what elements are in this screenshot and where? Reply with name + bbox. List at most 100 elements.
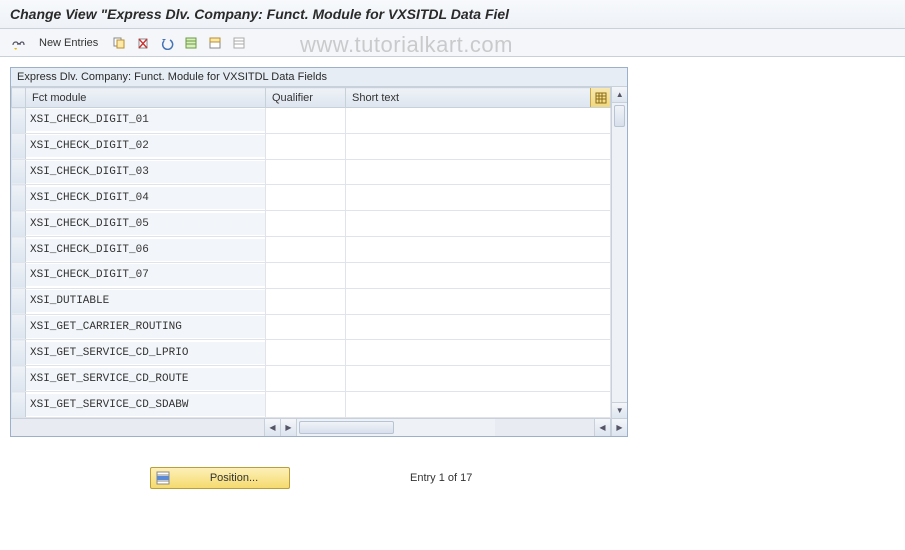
short-text-cell[interactable] xyxy=(346,161,610,183)
table-row xyxy=(12,366,611,392)
fct-module-cell[interactable] xyxy=(26,264,265,286)
row-handle[interactable] xyxy=(12,340,26,366)
scroll-left2-button[interactable]: ▶ xyxy=(281,419,297,436)
row-handle[interactable] xyxy=(12,288,26,314)
short-text-cell[interactable] xyxy=(346,213,610,235)
position-label: Position... xyxy=(189,472,279,484)
qualifier-cell[interactable] xyxy=(266,213,345,235)
short-text-cell[interactable] xyxy=(346,135,610,157)
qualifier-cell[interactable] xyxy=(266,187,345,209)
deselect-all-button[interactable] xyxy=(229,33,249,53)
qualifier-cell[interactable] xyxy=(266,368,345,390)
qualifier-cell[interactable] xyxy=(266,264,345,286)
hscroll-thumb[interactable] xyxy=(299,421,394,434)
col-fct-module[interactable]: Fct module xyxy=(26,88,266,108)
scroll-down-button[interactable]: ▼ xyxy=(612,402,627,418)
toggle-button[interactable] xyxy=(8,33,28,53)
hscroll-gap xyxy=(495,419,595,436)
short-text-cell[interactable] xyxy=(346,187,610,209)
fct-module-cell[interactable] xyxy=(26,109,265,131)
fct-module-cell[interactable] xyxy=(26,213,265,235)
col-short-text: Short text xyxy=(346,88,611,108)
chevron-left-icon: ◀ xyxy=(599,424,605,432)
scroll-thumb[interactable] xyxy=(614,105,625,127)
chevron-right-icon: ▶ xyxy=(285,424,291,432)
scroll-up-button[interactable]: ▲ xyxy=(612,87,627,103)
scroll-right2-button[interactable]: ▶ xyxy=(611,419,627,436)
scroll-track[interactable] xyxy=(612,103,627,402)
short-text-cell[interactable] xyxy=(346,316,610,338)
select-block-icon xyxy=(208,36,222,50)
table-settings-icon xyxy=(595,92,607,104)
new-entries-label: New Entries xyxy=(39,37,98,49)
table-row xyxy=(12,392,611,418)
copy-button[interactable] xyxy=(109,33,129,53)
qualifier-cell[interactable] xyxy=(266,109,345,131)
undo-icon xyxy=(160,36,174,50)
delete-button[interactable] xyxy=(133,33,153,53)
footer: Position... Entry 1 of 17 xyxy=(150,467,905,489)
vertical-scrollbar[interactable]: ▲ ▼ xyxy=(611,87,627,418)
horizontal-scrollbar[interactable]: ◀ ▶ ◀ ▶ xyxy=(11,418,627,436)
fct-module-cell[interactable] xyxy=(26,342,265,364)
chevron-up-icon: ▲ xyxy=(616,91,624,99)
row-handle[interactable] xyxy=(12,211,26,237)
table-settings-button[interactable] xyxy=(590,88,610,107)
position-button[interactable]: Position... xyxy=(150,467,290,489)
new-entries-button[interactable]: New Entries xyxy=(32,33,105,53)
short-text-cell[interactable] xyxy=(346,264,610,286)
short-text-cell[interactable] xyxy=(346,394,610,416)
row-handle[interactable] xyxy=(12,262,26,288)
qualifier-cell[interactable] xyxy=(266,394,345,416)
short-text-cell[interactable] xyxy=(346,342,610,364)
fct-module-cell[interactable] xyxy=(26,161,265,183)
undo-button[interactable] xyxy=(157,33,177,53)
row-handle[interactable] xyxy=(12,366,26,392)
qualifier-cell[interactable] xyxy=(266,290,345,312)
select-all-icon xyxy=(184,36,198,50)
fct-module-cell[interactable] xyxy=(26,135,265,157)
toolbar: New Entries xyxy=(0,29,905,57)
scroll-left-button[interactable]: ◀ xyxy=(265,419,281,436)
fct-module-cell[interactable] xyxy=(26,239,265,261)
table-row xyxy=(12,211,611,237)
fct-module-cell[interactable] xyxy=(26,290,265,312)
position-icon xyxy=(155,470,171,486)
qualifier-cell[interactable] xyxy=(266,316,345,338)
row-handle[interactable] xyxy=(12,108,26,134)
short-text-cell[interactable] xyxy=(346,239,610,261)
row-handle[interactable] xyxy=(12,392,26,418)
short-text-cell[interactable] xyxy=(346,109,610,131)
hscroll-track[interactable] xyxy=(297,419,495,436)
fct-module-cell[interactable] xyxy=(26,394,265,416)
col-short-text-label[interactable]: Short text xyxy=(352,92,399,104)
qualifier-cell[interactable] xyxy=(266,342,345,364)
entry-counter: Entry 1 of 17 xyxy=(410,472,472,484)
scroll-right-button[interactable]: ◀ xyxy=(595,419,611,436)
chevron-right-icon: ▶ xyxy=(616,424,622,432)
table-row xyxy=(12,133,611,159)
row-handle[interactable] xyxy=(12,314,26,340)
qualifier-cell[interactable] xyxy=(266,135,345,157)
row-handle[interactable] xyxy=(12,237,26,263)
delete-icon xyxy=(136,36,150,50)
table-row xyxy=(12,108,611,134)
row-handle[interactable] xyxy=(12,159,26,185)
select-all-button[interactable] xyxy=(181,33,201,53)
fct-module-cell[interactable] xyxy=(26,368,265,390)
qualifier-cell[interactable] xyxy=(266,161,345,183)
short-text-cell[interactable] xyxy=(346,368,610,390)
fct-module-cell[interactable] xyxy=(26,316,265,338)
qualifier-cell[interactable] xyxy=(266,239,345,261)
fct-module-cell[interactable] xyxy=(26,187,265,209)
table-row xyxy=(12,340,611,366)
row-handle[interactable] xyxy=(12,185,26,211)
select-block-button[interactable] xyxy=(205,33,225,53)
table-row xyxy=(12,159,611,185)
glasses-icon xyxy=(11,36,25,50)
col-qualifier[interactable]: Qualifier xyxy=(266,88,346,108)
row-handle[interactable] xyxy=(12,133,26,159)
table-row xyxy=(12,185,611,211)
row-selector-header[interactable] xyxy=(12,88,26,108)
short-text-cell[interactable] xyxy=(346,290,610,312)
